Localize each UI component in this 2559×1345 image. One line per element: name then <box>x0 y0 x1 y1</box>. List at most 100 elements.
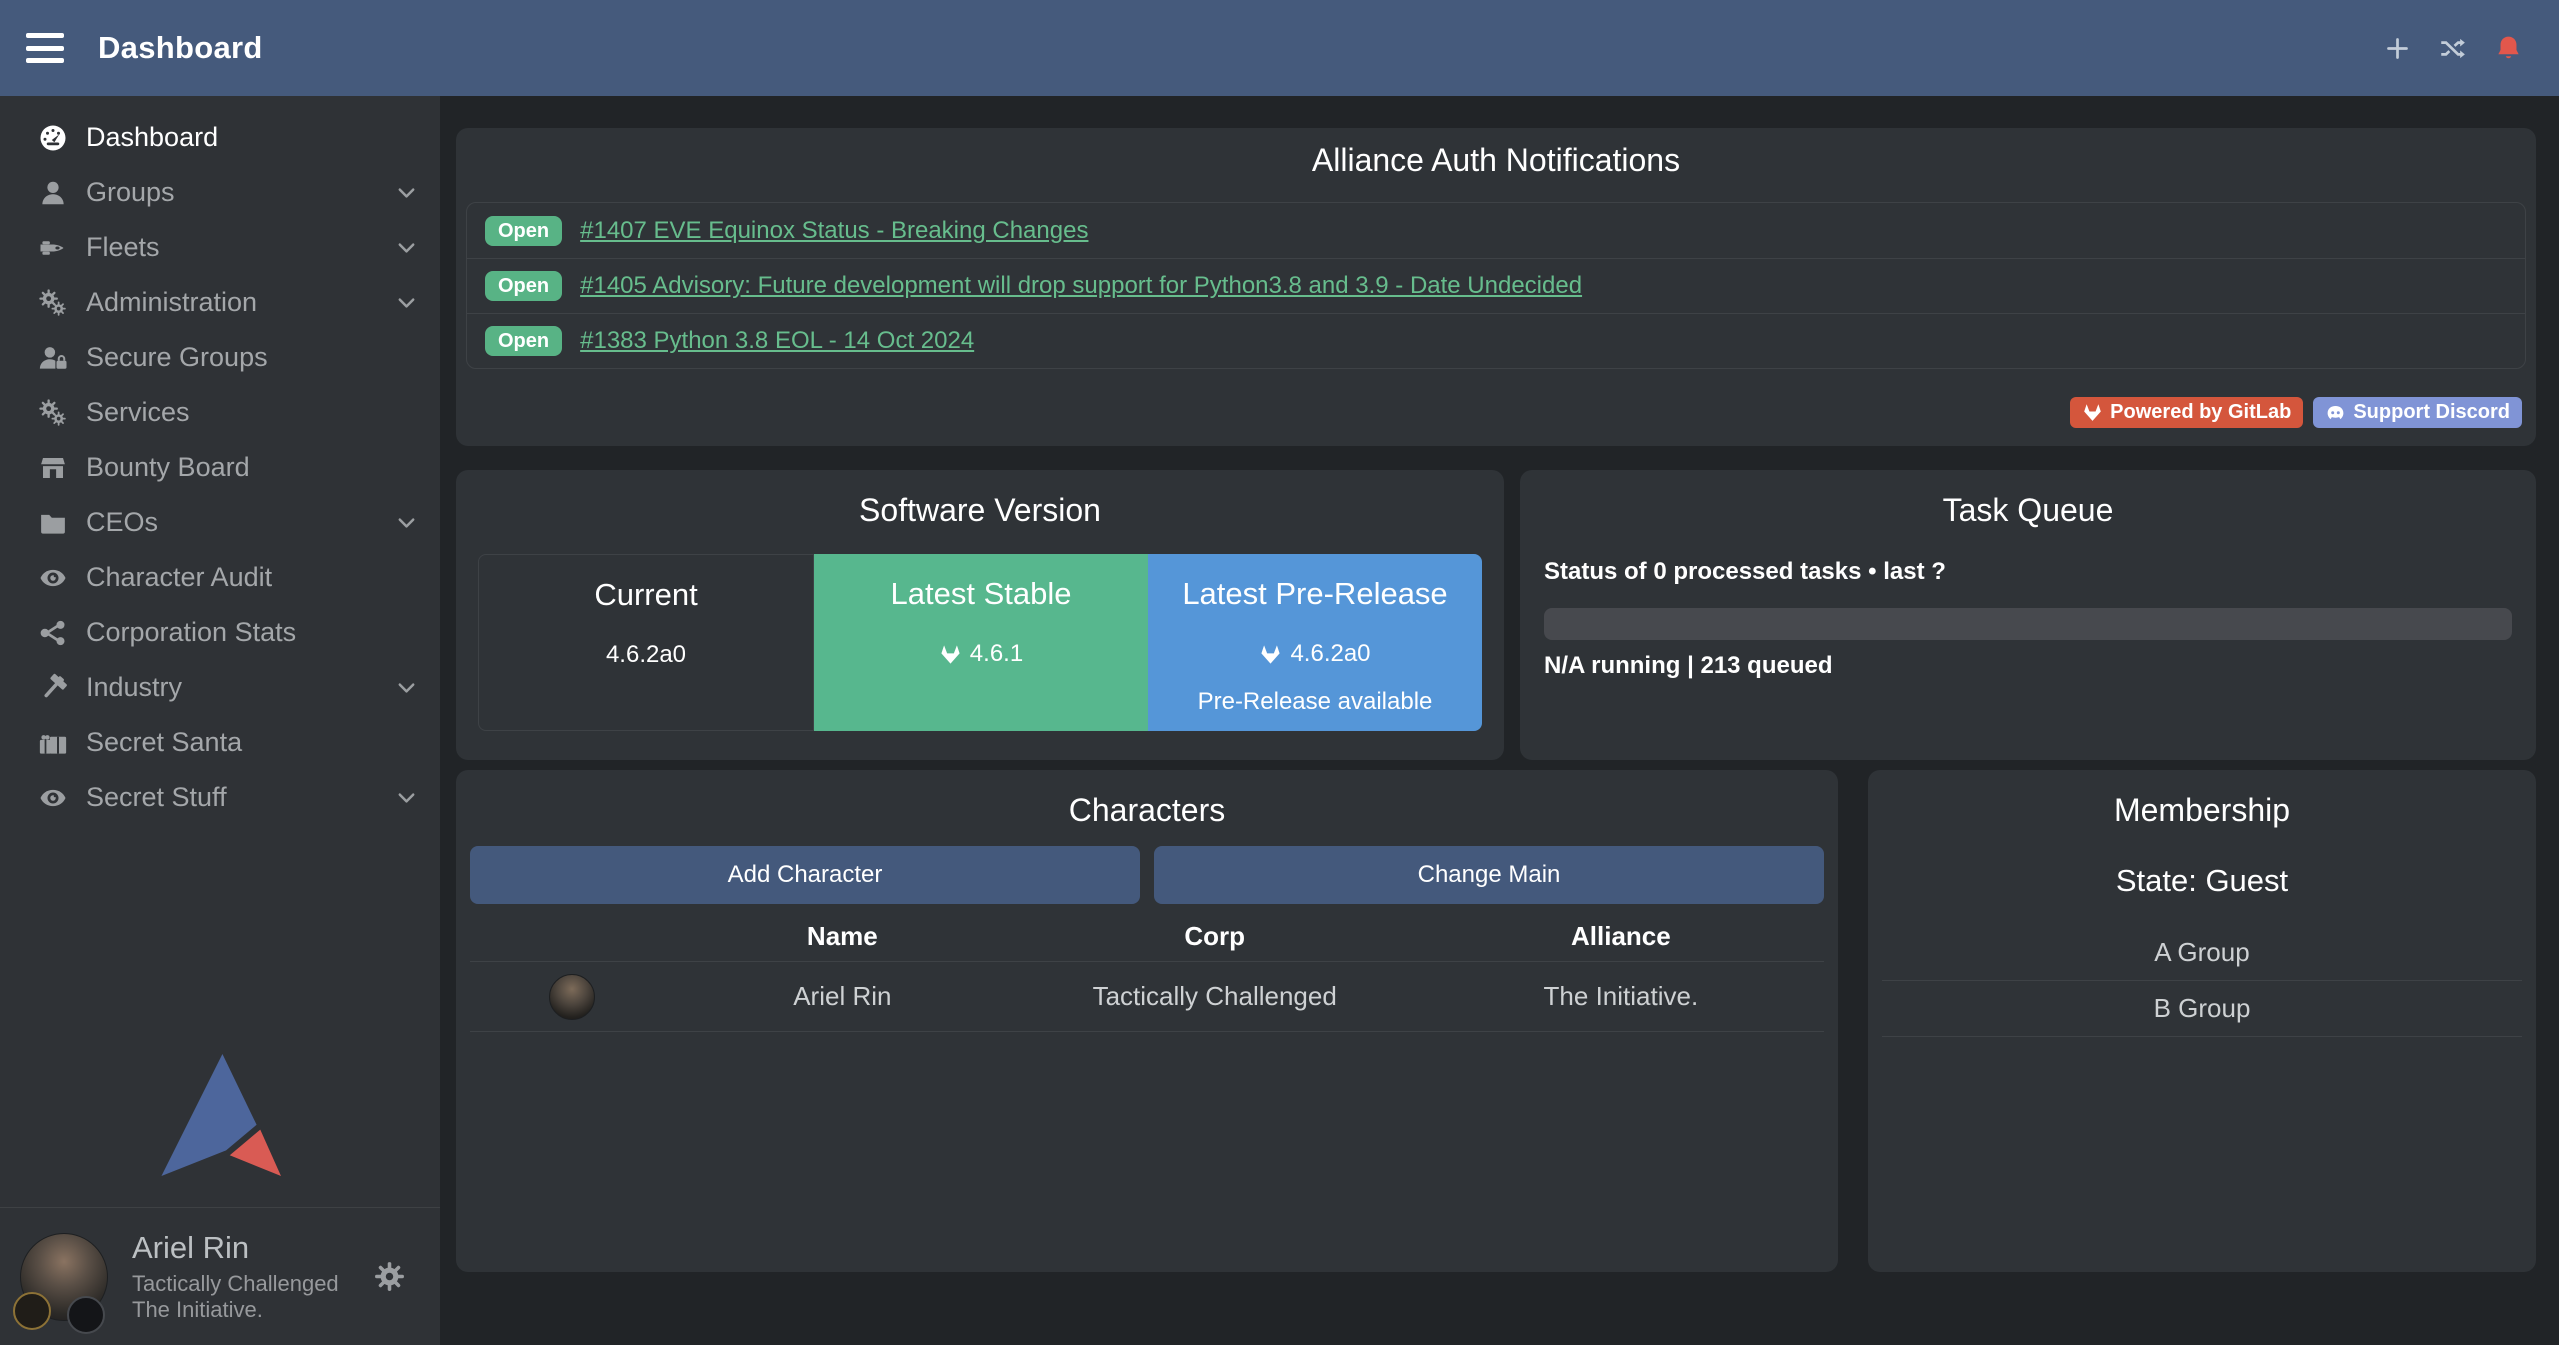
sidebar-item-secret-santa[interactable]: Secret Santa <box>0 715 440 770</box>
membership-panel: Membership State: Guest A Group B Group <box>1868 770 2536 1272</box>
support-discord-badge[interactable]: Support Discord <box>2313 397 2522 428</box>
notification-link[interactable]: #1407 EVE Equinox Status - Breaking Chan… <box>580 217 1088 245</box>
chevron-down-icon <box>395 236 418 259</box>
sidebar-menu: Dashboard Groups Fleets Administra <box>0 96 440 825</box>
sidebar-item-secure-groups[interactable]: Secure Groups <box>0 330 440 385</box>
task-progress-bar <box>1544 608 2512 640</box>
discord-icon <box>2325 402 2346 423</box>
notifications-list: Open #1407 EVE Equinox Status - Breaking… <box>466 202 2526 369</box>
gears-icon <box>30 398 76 428</box>
sidebar-item-character-audit[interactable]: Character Audit <box>0 550 440 605</box>
task-queue-title: Task Queue <box>1520 492 2536 529</box>
user-alliance: The Initiative. <box>132 1297 339 1324</box>
character-portrait <box>549 974 595 1020</box>
shuffle-icon[interactable] <box>2439 35 2466 62</box>
status-badge: Open <box>485 216 562 246</box>
sidebar-item-fleets[interactable]: Fleets <box>0 220 440 275</box>
change-main-button[interactable]: Change Main <box>1154 846 1824 904</box>
sidebar-user-panel: Ariel Rin Tactically Challenged The Init… <box>0 1207 440 1345</box>
chevron-down-icon <box>395 181 418 204</box>
header-corp: Corp <box>1012 921 1418 952</box>
version-latest-prerelease: Latest Pre-Release 4.6.2a0 Pre-Release a… <box>1148 554 1482 731</box>
version-current: Current 4.6.2a0 <box>478 554 814 731</box>
sidebar-item-groups[interactable]: Groups <box>0 165 440 220</box>
membership-title: Membership <box>1868 792 2536 829</box>
notification-link[interactable]: #1405 Advisory: Future development will … <box>580 272 1582 300</box>
version-latest-stable: Latest Stable 4.6.1 <box>814 554 1148 731</box>
user-lock-icon <box>30 343 76 373</box>
cell-name: Ariel Rin <box>673 981 1012 1012</box>
sidebar-item-administration[interactable]: Administration <box>0 275 440 330</box>
characters-table: Name Corp Alliance Ariel Rin Tactically … <box>470 911 1824 1032</box>
group-row: A Group <box>1882 925 2522 981</box>
notification-row: Open #1407 EVE Equinox Status - Breaking… <box>467 203 2525 258</box>
share-nodes-icon <box>30 618 76 648</box>
shuttle-icon <box>30 233 76 263</box>
notifications-title: Alliance Auth Notifications <box>456 142 2536 179</box>
add-character-button[interactable]: Add Character <box>470 846 1140 904</box>
membership-groups: A Group B Group <box>1882 925 2522 1037</box>
gitlab-icon <box>1259 643 1282 666</box>
software-version-panel: Software Version Current 4.6.2a0 Latest … <box>456 470 1504 760</box>
user-info: Ariel Rin Tactically Challenged The Init… <box>132 1229 339 1324</box>
sidebar-item-services[interactable]: Services <box>0 385 440 440</box>
sidebar-item-dashboard[interactable]: Dashboard <box>0 110 440 165</box>
task-queue-line: N/A running | 213 queued <box>1544 652 1833 680</box>
alliance-logo-badge <box>67 1296 105 1334</box>
characters-title: Characters <box>456 792 1838 829</box>
task-queue-panel: Task Queue Status of 0 processed tasks •… <box>1520 470 2536 760</box>
gitlab-icon <box>939 643 962 666</box>
top-navbar: Dashboard <box>0 0 2559 96</box>
folder-icon <box>30 508 76 538</box>
eye-icon <box>30 563 76 593</box>
gauge-icon <box>30 123 76 153</box>
notification-link[interactable]: #1383 Python 3.8 EOL - 14 Oct 2024 <box>580 327 974 355</box>
sidebar-item-ceos[interactable]: CEOs <box>0 495 440 550</box>
sidebar-item-corporation-stats[interactable]: Corporation Stats <box>0 605 440 660</box>
chevron-down-icon <box>395 786 418 809</box>
powered-by-gitlab-badge[interactable]: Powered by GitLab <box>2070 397 2303 428</box>
task-status-line: Status of 0 processed tasks • last ? <box>1544 558 1946 586</box>
hammer-icon <box>30 673 76 703</box>
plus-icon[interactable] <box>2384 35 2411 62</box>
sidebar-item-bounty-board[interactable]: Bounty Board <box>0 440 440 495</box>
navbar-actions <box>2384 34 2523 63</box>
user-icon <box>30 178 76 208</box>
sidebar-item-secret-stuff[interactable]: Secret Stuff <box>0 770 440 825</box>
notification-row: Open #1405 Advisory: Future development … <box>467 258 2525 313</box>
status-badge: Open <box>485 271 562 301</box>
characters-buttons: Add Character Change Main <box>470 846 1824 904</box>
page: Dashboard Dashboard Groups <box>0 0 2559 1345</box>
prerelease-note: Pre-Release available <box>1148 688 1482 716</box>
header-name: Name <box>673 921 1012 952</box>
table-row: Ariel Rin Tactically Challenged The Init… <box>470 962 1824 1032</box>
store-icon <box>30 453 76 483</box>
sidebar: Dashboard Groups Fleets Administra <box>0 96 440 1345</box>
main-content: Alliance Auth Notifications Open #1407 E… <box>440 96 2559 1345</box>
footer-badges: Powered by GitLab Support Discord <box>2070 397 2522 428</box>
version-strip: Current 4.6.2a0 Latest Stable 4.6.1 Late… <box>478 554 1482 731</box>
user-avatar <box>20 1233 108 1321</box>
notification-row: Open #1383 Python 3.8 EOL - 14 Oct 2024 <box>467 313 2525 368</box>
cell-alliance: The Initiative. <box>1418 981 1824 1012</box>
chevron-down-icon <box>395 291 418 314</box>
gitlab-icon <box>2082 402 2103 423</box>
sidebar-item-industry[interactable]: Industry <box>0 660 440 715</box>
header-alliance: Alliance <box>1418 921 1824 952</box>
status-badge: Open <box>485 326 562 356</box>
notifications-panel: Alliance Auth Notifications Open #1407 E… <box>456 128 2536 446</box>
cell-corp: Tactically Challenged <box>1012 981 1418 1012</box>
chevron-down-icon <box>395 511 418 534</box>
gifts-icon <box>30 728 76 758</box>
bell-icon[interactable] <box>2494 34 2523 63</box>
user-corp: Tactically Challenged <box>132 1271 339 1298</box>
corp-logo-badge <box>13 1292 51 1330</box>
page-title: Dashboard <box>98 30 263 66</box>
hamburger-menu-icon[interactable] <box>26 33 64 63</box>
eye-icon <box>30 783 76 813</box>
software-version-title: Software Version <box>456 492 1504 529</box>
alliance-auth-logo <box>159 1051 281 1179</box>
chevron-down-icon <box>395 676 418 699</box>
gear-icon[interactable] <box>373 1260 406 1293</box>
characters-table-header: Name Corp Alliance <box>470 911 1824 962</box>
